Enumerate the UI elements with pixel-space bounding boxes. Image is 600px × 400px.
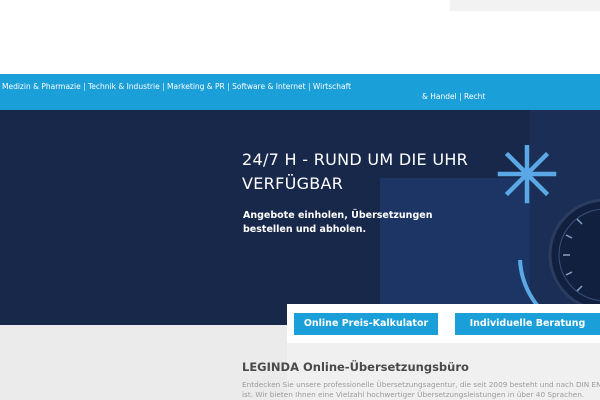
nav-item-recht[interactable]: Recht xyxy=(464,92,485,101)
hero-title-line-2: VERFÜGBAR xyxy=(242,174,344,193)
header-area-right xyxy=(450,11,600,74)
header-area xyxy=(0,0,450,74)
cta-container: Online Preis-Kalkulator Individuelle Ber… xyxy=(287,304,600,343)
hero-subtitle-line-2: bestellen und abholen. xyxy=(243,224,367,235)
price-calculator-button[interactable]: Online Preis-Kalkulator xyxy=(294,313,438,335)
header-top-strip xyxy=(450,0,600,11)
category-nav-line-1: Medizin & Pharmazie | Technik & Industri… xyxy=(2,82,351,91)
category-nav-line-2: & Handel | Recht xyxy=(422,92,485,101)
individual-consulting-button[interactable]: Individuelle Beratung xyxy=(455,313,600,335)
nav-item-medizin[interactable]: Medizin & Pharmazie xyxy=(2,82,81,91)
nav-item-wirtschaft[interactable]: Wirtschaft xyxy=(313,82,351,91)
category-nav: Medizin & Pharmazie | Technik & Industri… xyxy=(0,74,600,110)
hero-banner: 24/7 H - RUND UM DIE UHR VERFÜGBAR Angeb… xyxy=(0,110,600,325)
nav-item-handel[interactable]: & Handel xyxy=(422,92,457,101)
nav-item-technik[interactable]: Technik & Industrie xyxy=(88,82,160,91)
nav-item-marketing[interactable]: Marketing & PR xyxy=(167,82,225,91)
hero-title-line-1: 24/7 H - RUND UM DIE UHR xyxy=(242,150,469,169)
nav-item-software[interactable]: Software & Internet xyxy=(232,82,305,91)
asterisk-clock-graphic-icon xyxy=(497,145,600,325)
intro-text: Entdecken Sie unsere professionelle Über… xyxy=(242,380,600,400)
hero-title: 24/7 H - RUND UM DIE UHR VERFÜGBAR xyxy=(242,148,502,196)
intro-text-line-1: Entdecken Sie unsere professionelle Über… xyxy=(242,380,600,389)
hero-subtitle-line-1: Angebote einholen, Übersetzungen xyxy=(243,210,433,221)
hero-subtitle: Angebote einholen, Übersetzungen bestell… xyxy=(243,209,483,237)
intro-text-line-2: ist. Wir bieten Ihnen eine Vielzahl hoch… xyxy=(242,390,585,399)
intro-title: LEGINDA Online-Übersetzungsbüro xyxy=(242,360,469,374)
